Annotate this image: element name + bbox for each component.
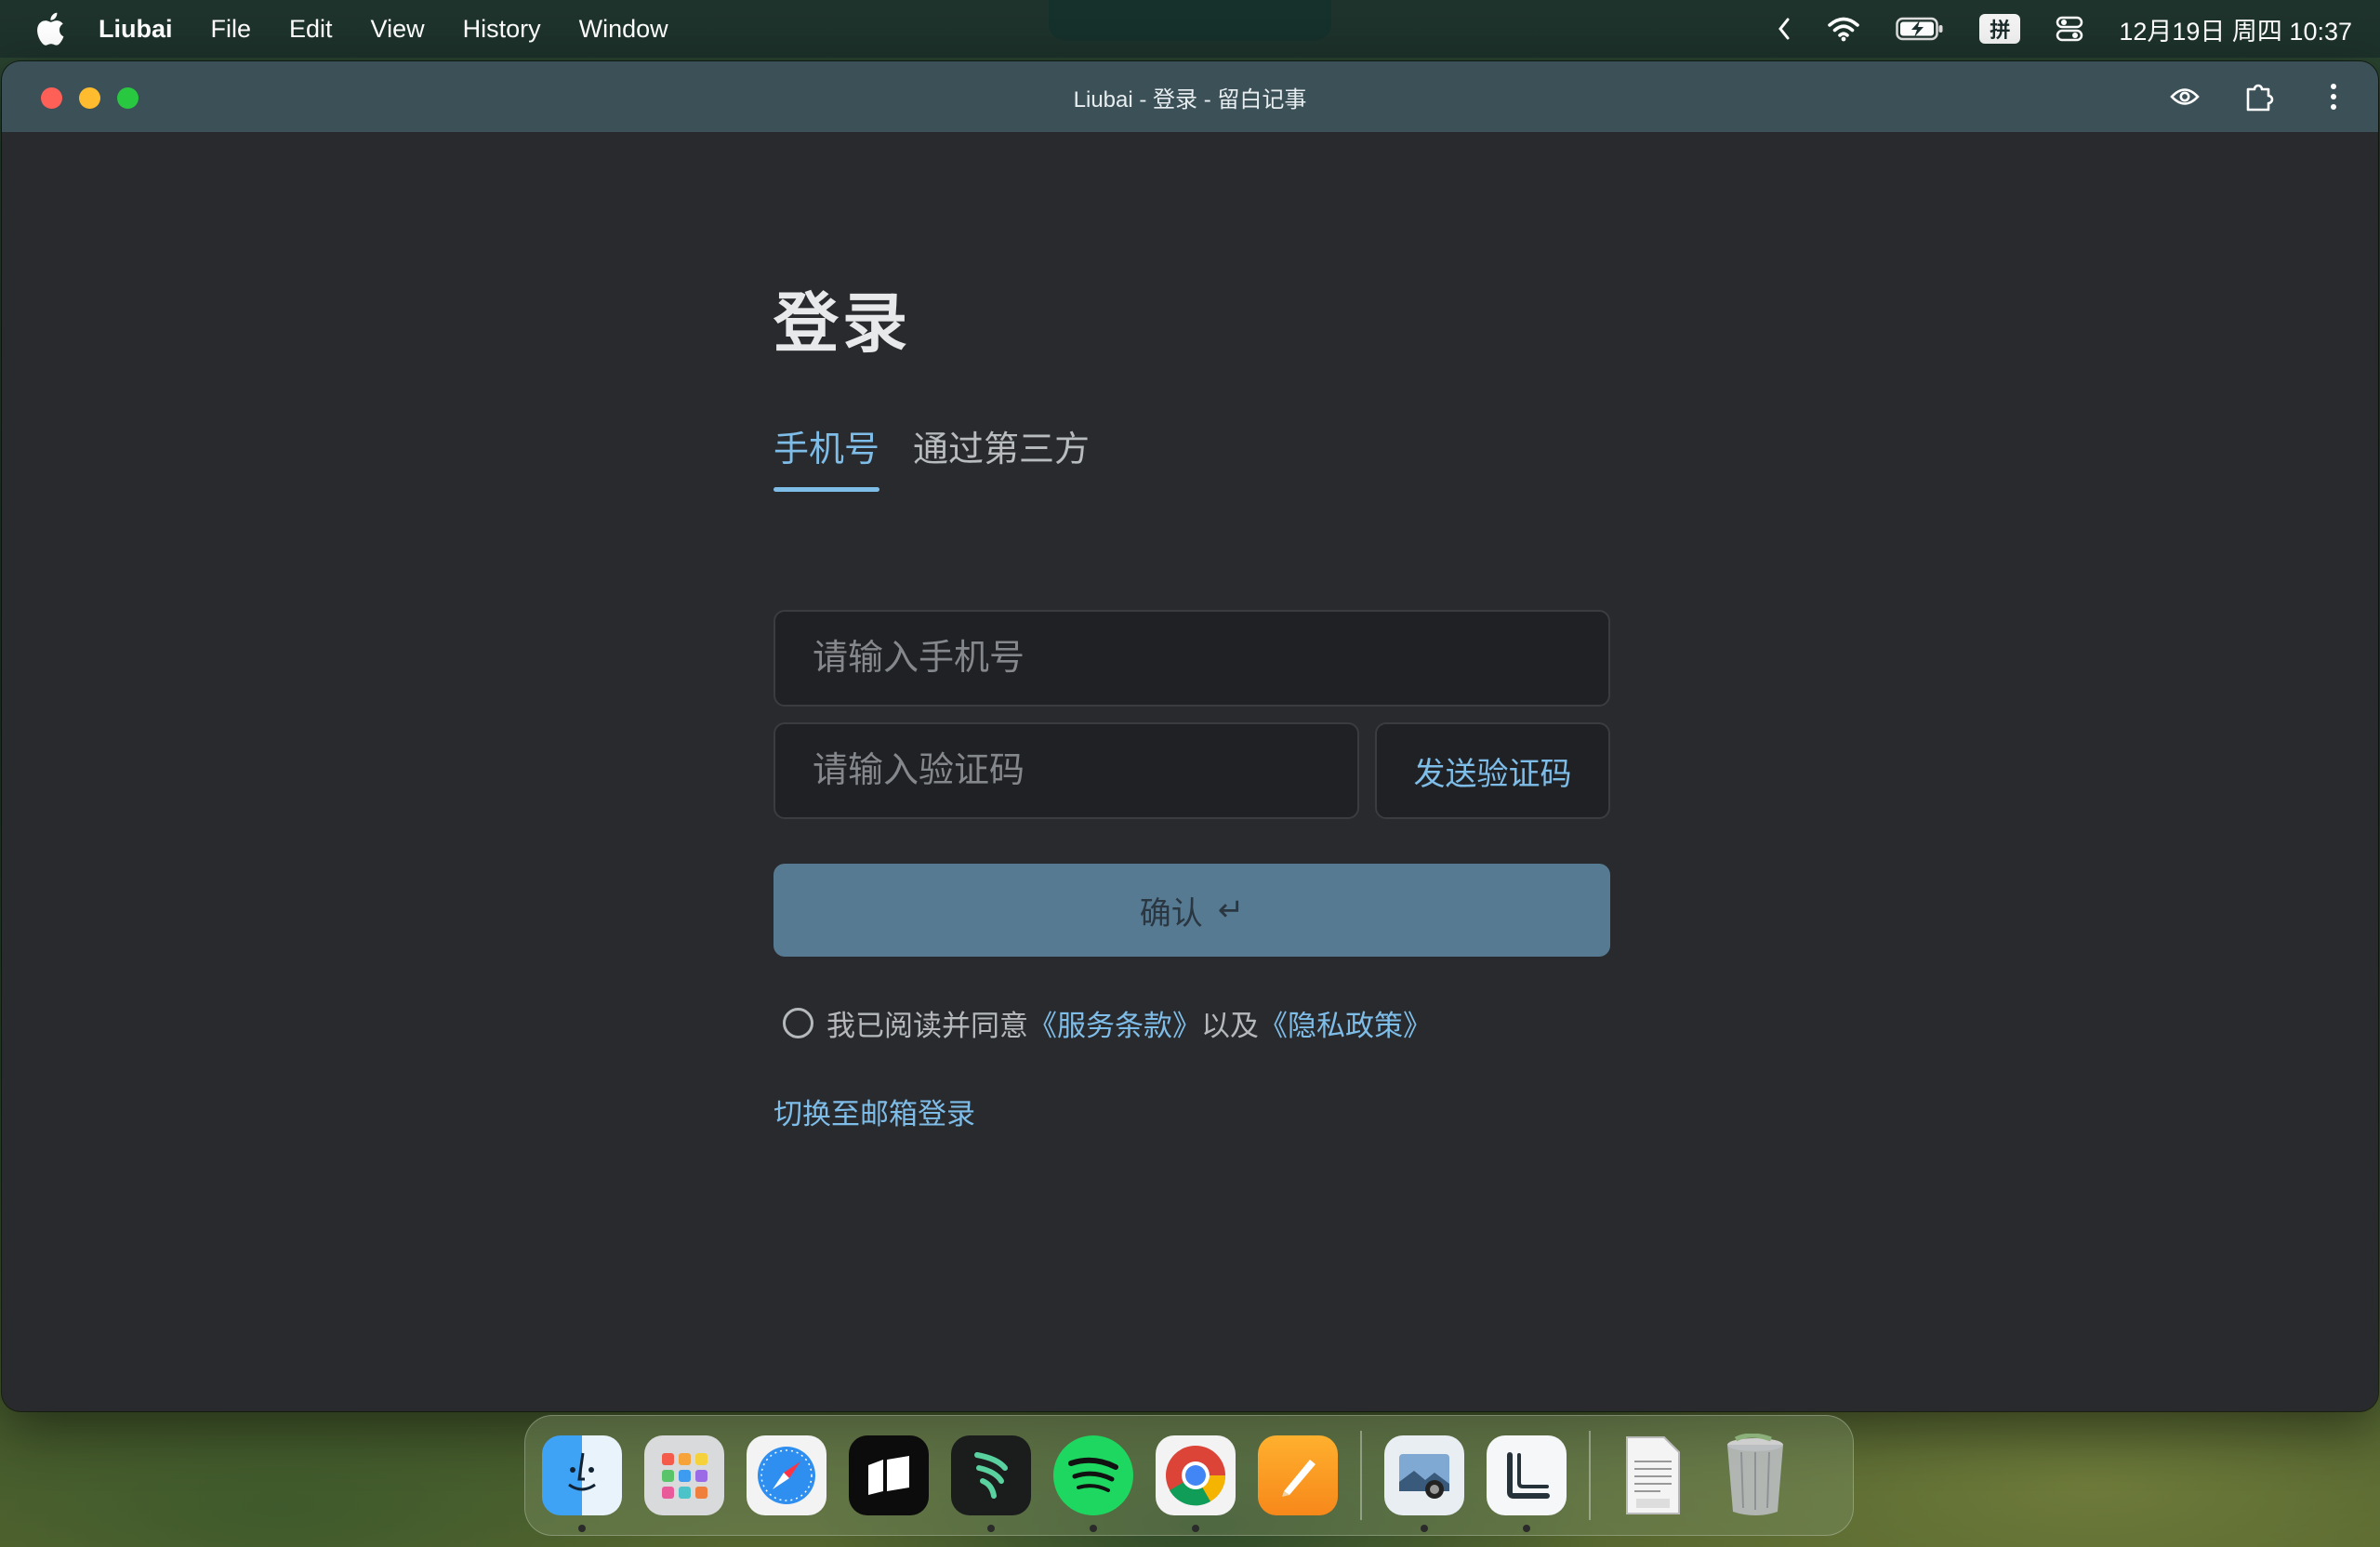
- window-title: Liubai - 登录 - 留白记事: [1073, 86, 1307, 112]
- extension-icon[interactable]: [2231, 69, 2287, 125]
- send-code-button[interactable]: 发送验证码: [1375, 722, 1610, 819]
- battery-charging-icon[interactable]: [1896, 17, 1944, 41]
- confirm-button[interactable]: 确认 ↵: [774, 864, 1610, 957]
- menu-app-name[interactable]: Liubai: [99, 15, 173, 44]
- agreement-row: 我已阅读并同意 《服务条款》 以及 《隐私政策》: [783, 1002, 1432, 1044]
- menu-history[interactable]: History: [463, 15, 541, 44]
- minimize-window-button[interactable]: [79, 87, 100, 109]
- safari-icon[interactable]: [747, 1435, 826, 1515]
- privacy-policy-link[interactable]: 《隐私政策》: [1259, 1002, 1432, 1044]
- menu-bar: Liubai File Edit View History Window 拼 1…: [0, 0, 2380, 58]
- menubar-clock[interactable]: 12月19日 周四 10:37: [2119, 11, 2352, 47]
- chrome-icon[interactable]: [1156, 1435, 1236, 1532]
- trash-icon[interactable]: [1715, 1434, 1795, 1515]
- liubai-app-icon[interactable]: [1487, 1435, 1567, 1532]
- agreement-and-text: 以及: [1201, 1010, 1259, 1042]
- tab-third-party[interactable]: 通过第三方: [913, 420, 1090, 488]
- control-center-icon[interactable]: [2056, 16, 2083, 42]
- window-titlebar[interactable]: Liubai - 登录 - 留白记事: [2, 61, 2378, 132]
- switch-to-email-login-link[interactable]: 切换至邮箱登录: [774, 1091, 975, 1132]
- phone-input[interactable]: [774, 610, 1610, 707]
- enter-icon: ↵: [1217, 892, 1245, 928]
- pages-icon[interactable]: [1258, 1435, 1338, 1515]
- more-vertical-icon[interactable]: [2306, 69, 2361, 125]
- login-form: 登录 手机号 通过第三方 发送验证码 确认 ↵ 我已阅读并同意 《服务条款》 以…: [774, 284, 1610, 1130]
- finder-icon[interactable]: [542, 1435, 622, 1532]
- dock-separator: [1360, 1431, 1362, 1520]
- page-title: 登录: [774, 287, 911, 360]
- preview-icon[interactable]: [1384, 1435, 1464, 1532]
- launchpad-icon[interactable]: [644, 1435, 724, 1515]
- reeder-icon[interactable]: [951, 1435, 1031, 1532]
- spotify-icon[interactable]: [1053, 1435, 1133, 1532]
- agreement-checkbox[interactable]: [783, 1008, 813, 1038]
- fullscreen-window-button[interactable]: [117, 87, 139, 109]
- close-window-button[interactable]: [41, 87, 62, 109]
- apple-icon[interactable]: [35, 12, 65, 46]
- app-window: Liubai - 登录 - 留白记事 登录 手机号 通过第三方 请输入手机号 请…: [2, 61, 2378, 1411]
- dock: [524, 1415, 1854, 1536]
- chevron-left-icon[interactable]: [1777, 17, 1792, 41]
- wifi-icon[interactable]: [1827, 16, 1860, 42]
- tab-phone[interactable]: 手机号: [774, 420, 880, 492]
- agreement-text: 我已阅读并同意: [826, 1010, 1028, 1042]
- menu-edit[interactable]: Edit: [289, 15, 333, 44]
- notes-app-icon[interactable]: [849, 1435, 929, 1515]
- camera-notch: [1049, 0, 1331, 41]
- input-method-indicator[interactable]: 拼: [1979, 14, 2021, 44]
- confirm-label: 确认: [1139, 895, 1203, 932]
- dock-separator-2: [1589, 1431, 1591, 1520]
- login-tabs: 手机号 通过第三方: [774, 420, 1123, 492]
- eye-icon[interactable]: [2157, 69, 2213, 125]
- terms-of-service-link[interactable]: 《服务条款》: [1028, 1002, 1201, 1044]
- menu-window[interactable]: Window: [579, 15, 668, 44]
- menu-view[interactable]: View: [371, 15, 425, 44]
- verification-code-input[interactable]: [774, 722, 1359, 819]
- menu-file[interactable]: File: [211, 15, 252, 44]
- document-icon[interactable]: [1613, 1435, 1693, 1515]
